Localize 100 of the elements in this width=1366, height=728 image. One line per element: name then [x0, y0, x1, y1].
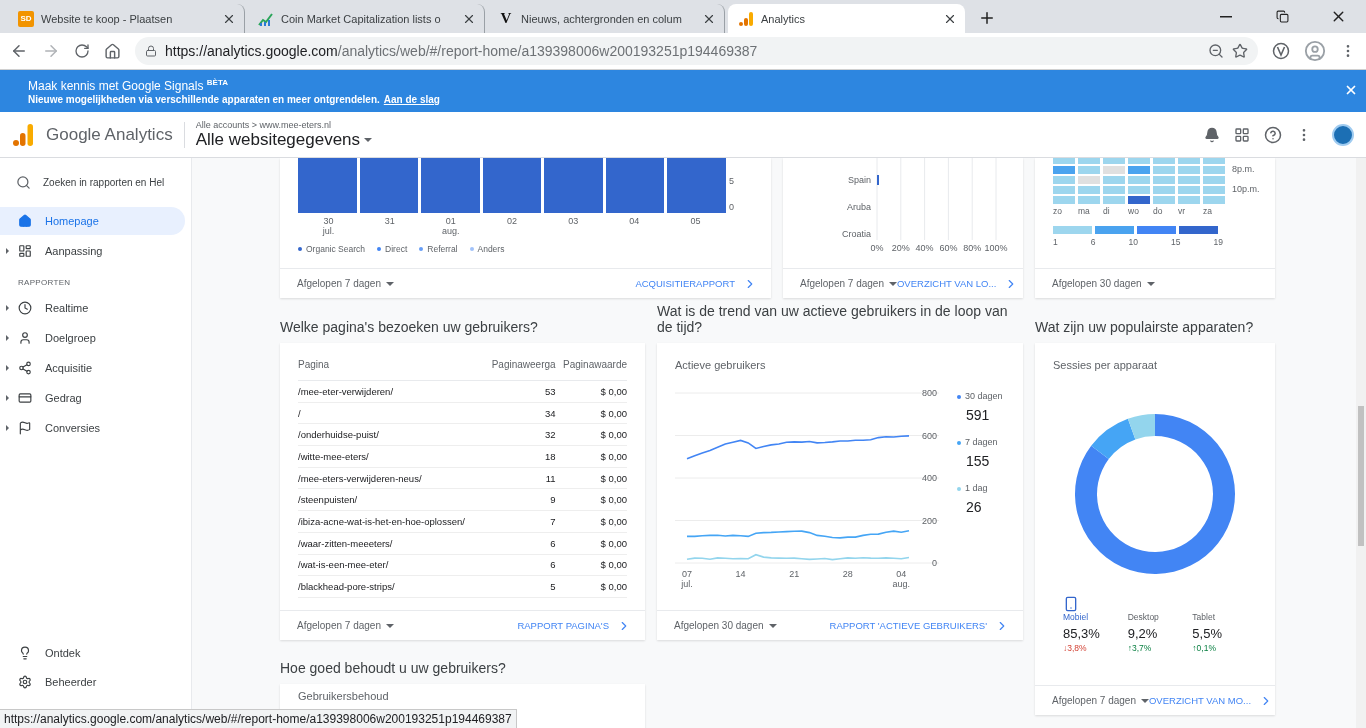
nav-item[interactable]: Homepage	[0, 207, 185, 235]
table-cell: 18	[484, 445, 556, 468]
period-dropdown[interactable]: Afgelopen 30 dagen	[1052, 278, 1155, 289]
axis-tick-label: 400	[921, 473, 937, 483]
table-cell: /witte-mee-eters/	[298, 445, 485, 468]
get-started-link[interactable]: Aan de slag	[383, 93, 440, 105]
nav-item[interactable]: Ontdek	[0, 639, 185, 667]
table-cell: 32	[484, 423, 556, 446]
axis-tick-label: 100%	[984, 243, 1008, 253]
table-cell: $ 0,00	[555, 532, 627, 554]
browser-tab[interactable]: Analytics	[728, 4, 965, 33]
scale-label: 19	[1213, 237, 1223, 247]
table-cell: /waar-zitten-meeeters/	[298, 532, 485, 554]
section-heading: Wat zijn uw populairste apparaten?	[1035, 319, 1254, 335]
report-link[interactable]: OVERZICHT VAN LO...	[896, 276, 1019, 291]
period-dropdown[interactable]: Afgelopen 7 dagen	[297, 620, 394, 631]
caret-icon	[1146, 281, 1155, 286]
axis-tick-label: 80%	[963, 243, 982, 253]
day-label: vr	[1178, 206, 1187, 216]
home-button[interactable]	[104, 42, 121, 60]
day-label: wo	[1128, 206, 1140, 216]
nav-icon	[18, 646, 32, 660]
restore-icon	[1275, 10, 1289, 23]
caret-icon	[385, 281, 394, 286]
product-name: Google Analytics	[46, 124, 173, 145]
report-link[interactable]: ACQUISITIERAPPORT	[635, 276, 757, 291]
legend-item: Referral	[419, 244, 458, 254]
notifications-icon[interactable]	[1204, 126, 1220, 143]
breadcrumb[interactable]: Alle accounts > www.mee-eters.nl	[195, 119, 373, 130]
profile-button[interactable]	[1304, 40, 1326, 62]
device-tab[interactable]: Mobiel	[1063, 612, 1128, 622]
day-label: do	[1153, 206, 1164, 216]
axis-tick-label: 60%	[939, 243, 958, 253]
table-cell: /wat-is-een-mee-eter/	[298, 554, 485, 576]
section-heading: Hoe goed behoudt u uw gebruikers?	[280, 660, 506, 676]
nav-item[interactable]: Doelgroep	[0, 324, 185, 352]
star-icon[interactable]	[1232, 43, 1248, 59]
section-heading: Wat is de trend van uw actieve gebruikers in de loop van de tijd?	[657, 303, 1009, 335]
device-value: 9,2%	[1127, 626, 1159, 641]
day-label: ma	[1078, 206, 1091, 216]
device-value: 5,5%	[1192, 626, 1223, 641]
bar	[298, 158, 357, 213]
bar	[544, 158, 603, 213]
axis-tick-label: 0%	[870, 243, 884, 253]
nav-item[interactable]: Acquisitie	[0, 354, 185, 382]
scale-label: 6	[1090, 237, 1096, 247]
zoom-out-icon[interactable]	[1208, 43, 1224, 59]
legend-item: Direct	[377, 244, 408, 254]
back-button[interactable]	[10, 42, 28, 60]
change-value: ↓3,8%	[1063, 643, 1088, 653]
account-avatar[interactable]	[1332, 123, 1354, 146]
report-link[interactable]: RAPPORT PAGINA'S	[517, 618, 631, 633]
view-selector[interactable]: Alle websitegegevens	[195, 129, 373, 150]
address-bar[interactable]: https://analytics.google.com/analytics/web/#/report-home/a139398006w200193251p194469387	[135, 37, 1258, 65]
device-tab[interactable]: Desktop	[1127, 612, 1193, 622]
axis-tick-label: 21	[789, 569, 800, 579]
search-field[interactable]: Zoeken in rapporten en Hel	[43, 176, 183, 188]
table-cell: $ 0,00	[555, 467, 627, 489]
table-cell: 7	[484, 510, 556, 533]
phone-icon	[1063, 596, 1079, 612]
device-value: 85,3%	[1063, 626, 1101, 641]
period-dropdown[interactable]: Afgelopen 7 dagen	[1052, 695, 1149, 706]
site-favicon: SD	[18, 10, 34, 27]
help-icon[interactable]	[1264, 125, 1282, 144]
status-url: https://analytics.google.com/analytics/web/#/report-home/a139398006w200193251p194469387	[0, 709, 517, 728]
close-button[interactable]	[1344, 83, 1358, 97]
table-cell: $ 0,00	[555, 380, 627, 403]
period-dropdown[interactable]: Afgelopen 30 dagen	[674, 620, 777, 631]
axis-tick-label: 04 aug.	[892, 569, 911, 589]
nav-item[interactable]: Conversies	[0, 414, 185, 442]
bar	[605, 158, 665, 213]
table-cell: $ 0,00	[555, 554, 627, 576]
report-link[interactable]: RAPPORT 'ACTIEVE GEBRUIKERS'	[829, 618, 1009, 633]
axis-tick-label: 31	[383, 216, 396, 228]
report-link[interactable]: OVERZICHT VAN MO...	[1148, 693, 1273, 708]
change-value: ↑0,1%	[1192, 643, 1217, 653]
banner-title: Maak kennis met Google Signals $^{BÈTA}$	[28, 77, 229, 93]
nav-item[interactable]: Gedrag	[0, 384, 185, 412]
nav-item[interactable]: Aanpassing	[0, 237, 185, 265]
extension-icon[interactable]	[1272, 42, 1290, 60]
device-tab[interactable]: Tablet	[1192, 612, 1257, 622]
caret-icon	[768, 623, 777, 628]
nav-item[interactable]: Beheerder	[0, 668, 185, 696]
apps-icon[interactable]	[1234, 126, 1250, 143]
country-label: Croatia	[842, 229, 871, 239]
table-cell: $ 0,00	[555, 575, 627, 598]
table-cell: 34	[484, 402, 556, 424]
scrollbar-thumb[interactable]	[1358, 406, 1364, 546]
change-value: ↑3,7%	[1127, 643, 1153, 653]
legend-value: 155	[966, 453, 991, 469]
table-cell: $ 0,00	[555, 488, 627, 511]
period-dropdown[interactable]: Afgelopen 7 dagen	[297, 278, 394, 289]
axis-tick-label: 20%	[891, 243, 910, 253]
period-dropdown[interactable]: Afgelopen 7 dagen	[800, 278, 897, 289]
nav-icon	[18, 301, 32, 315]
table-cell: /mee-eters-verwijderen-neus/	[298, 467, 485, 489]
table-cell: 53	[484, 380, 556, 403]
reload-button[interactable]	[74, 43, 90, 59]
nav-item[interactable]: Realtime	[0, 294, 185, 322]
new-tab-button[interactable]	[978, 9, 996, 27]
